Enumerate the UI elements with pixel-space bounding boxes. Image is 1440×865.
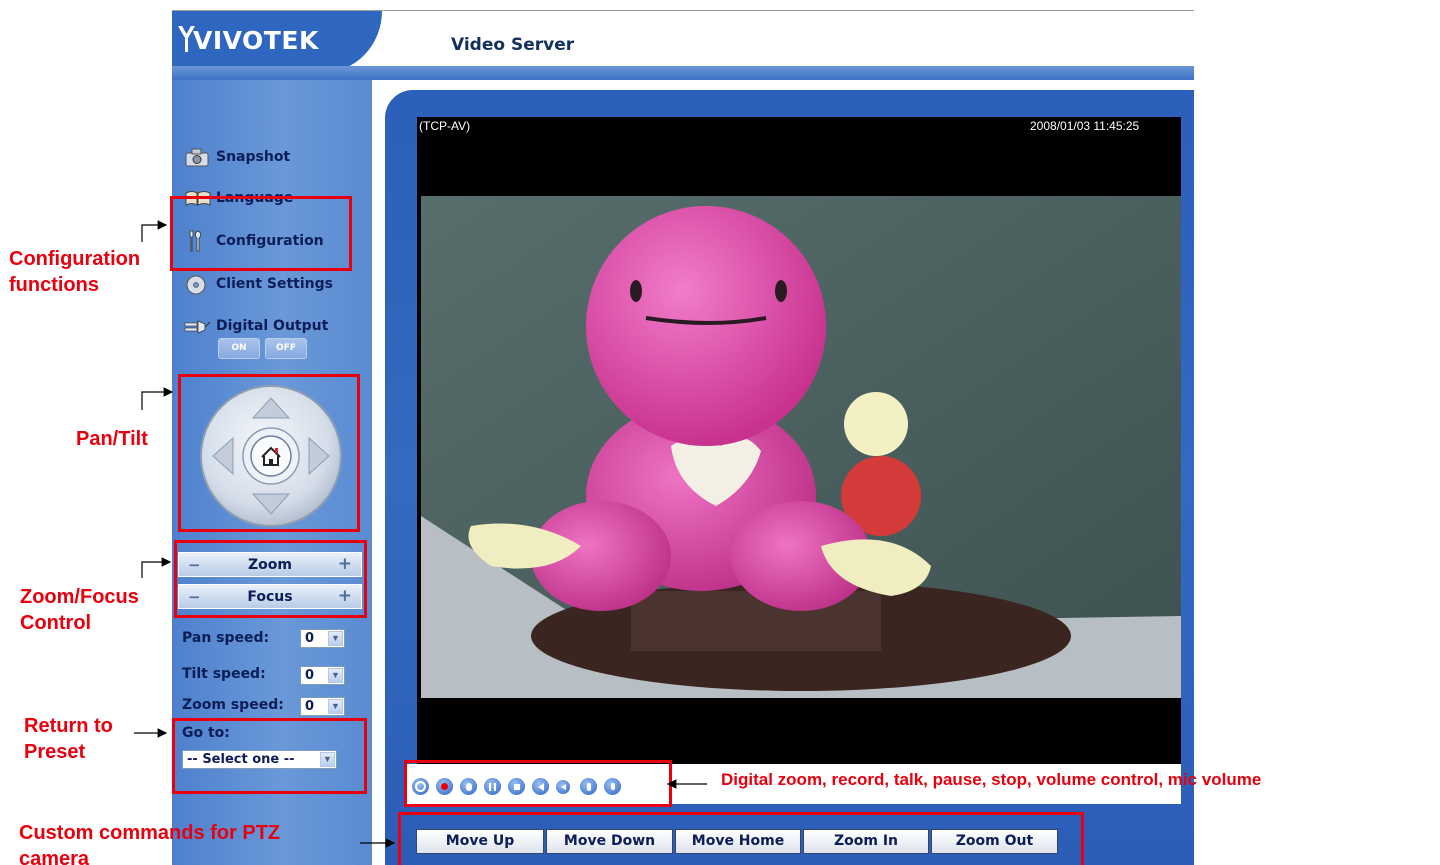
annotation-zoomfocus: Zoom/Focus Control [20, 586, 139, 634]
disc-icon [186, 275, 206, 295]
sidebar-item-client-settings[interactable]: Client Settings [184, 272, 333, 296]
annotation-toolbar: Digital zoom, record, talk, pause, stop,… [721, 770, 1262, 789]
pan-speed-select[interactable]: 0 ▼ [300, 629, 345, 648]
sidebar-item-label: Digital Output [216, 318, 329, 334]
sidebar-item-digital-output: Digital Output [184, 314, 328, 338]
chevron-down-icon: ▼ [328, 631, 343, 646]
video-timestamp: 2008/01/03 11:45:25 [1030, 119, 1140, 133]
ptz-buttons-highlight-box [398, 812, 1084, 865]
tilt-speed-label: Tilt speed: [182, 666, 266, 682]
annotation-preset: Return to Preset [24, 715, 113, 763]
zoomfocus-highlight-box [174, 540, 367, 618]
chevron-down-icon: ▼ [328, 699, 343, 714]
digital-output-on-button[interactable]: ON [218, 338, 260, 359]
header-band [172, 66, 1194, 80]
sidebar-item-label: Snapshot [216, 149, 291, 165]
pan-speed-label: Pan speed: [182, 630, 270, 646]
zoom-speed-label: Zoom speed: [182, 697, 284, 713]
annotation-pantilt: Pan/Tilt [76, 428, 148, 450]
annotation-config: Configuration functions [9, 248, 141, 296]
sidebar-item-label: Client Settings [216, 276, 333, 292]
annotation-custom: Custom commands for PTZ camera [19, 822, 281, 865]
camera-image [421, 196, 1181, 698]
page-title: Video Server [451, 35, 575, 55]
toolbar-highlight-box [404, 760, 672, 807]
camera-icon [185, 148, 209, 167]
digital-output-off-button[interactable]: OFF [265, 338, 307, 359]
tilt-speed-select[interactable]: 0 ▼ [300, 666, 345, 685]
sidebar-item-snapshot[interactable]: Snapshot [184, 145, 290, 169]
config-highlight-box [170, 196, 352, 271]
plug-icon [184, 320, 211, 334]
zoom-speed-select[interactable]: 0 ▼ [300, 697, 345, 716]
pantilt-highlight-box [178, 374, 360, 532]
logo-text[interactable]: VIVOTEK [193, 26, 319, 55]
preset-highlight-box [172, 718, 367, 794]
video-protocol: (TCP-AV) [419, 119, 471, 133]
chevron-down-icon: ▼ [328, 668, 343, 683]
